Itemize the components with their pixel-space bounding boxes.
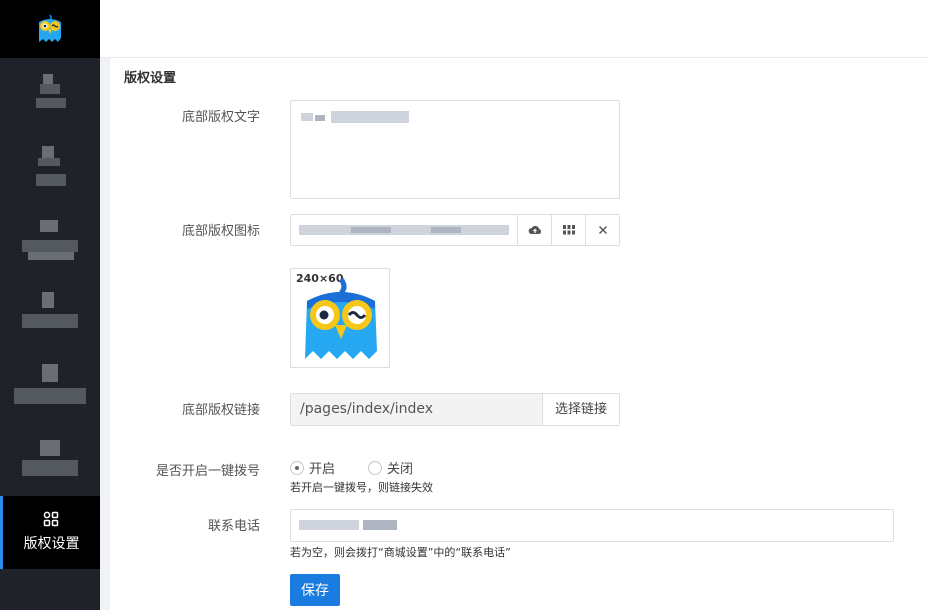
copyright-text-textarea[interactable] [290,100,620,199]
choose-link-button[interactable]: 选择链接 [543,394,619,425]
clear-button[interactable] [586,215,619,245]
copyright-text-label: 底部版权文字 [181,110,260,125]
close-icon [598,226,607,234]
sidebar-item-obscured-2[interactable] [0,140,100,212]
owl-logo-icon [305,277,377,359]
sidebar-item-copyright-settings[interactable]: 版权设置 [0,496,100,569]
copyright-link-value: /pages/index/index [291,394,543,425]
owl-logo-icon [39,14,61,42]
grid-icon [43,511,59,527]
choose-image-button[interactable] [552,215,586,245]
logo[interactable] [0,0,100,58]
section-title: 版权设置 [124,71,177,86]
sidebar-item-obscured-1[interactable] [0,64,100,136]
save-button[interactable]: 保存 [290,574,340,606]
copyright-icon-label: 底部版权图标 [181,224,260,239]
grid-icon [562,225,575,235]
one-key-dial-label: 是否开启一键拨号 [155,464,260,479]
cloud-upload-icon [528,225,541,234]
copyright-link-label: 底部版权链接 [181,403,260,418]
sidebar-item-obscured-6[interactable] [0,432,100,504]
sidebar-item-obscured-5[interactable] [0,358,100,430]
radio-enable-label: 开启 [309,462,336,477]
sidebar: 版权设置 [0,0,100,610]
one-key-dial-hint: 若开启一键拨号，则链接失效 [290,481,433,494]
icon-preview[interactable]: 240×60 [290,268,390,368]
radio-disable-label: 关闭 [387,462,414,477]
phone-label: 联系电话 [207,519,260,534]
radio-disable[interactable]: 关闭 [368,458,413,477]
copyright-link-field: /pages/index/index 选择链接 [290,393,620,426]
copyright-icon-field [290,214,620,246]
radio-unchecked-icon [368,460,382,475]
sidebar-item-label: 版权设置 [23,536,80,552]
radio-checked-icon [290,460,304,475]
phone-hint: 若为空，则会拨打“商城设置”中的“联系电话” [290,546,511,559]
copyright-icon-input[interactable] [291,215,518,245]
phone-input[interactable] [290,509,894,542]
upload-button[interactable] [518,215,552,245]
top-header [100,0,928,58]
sidebar-item-obscured-4[interactable] [0,286,100,358]
sidebar-item-obscured-3[interactable] [0,212,100,284]
radio-enable[interactable]: 开启 [290,458,335,477]
